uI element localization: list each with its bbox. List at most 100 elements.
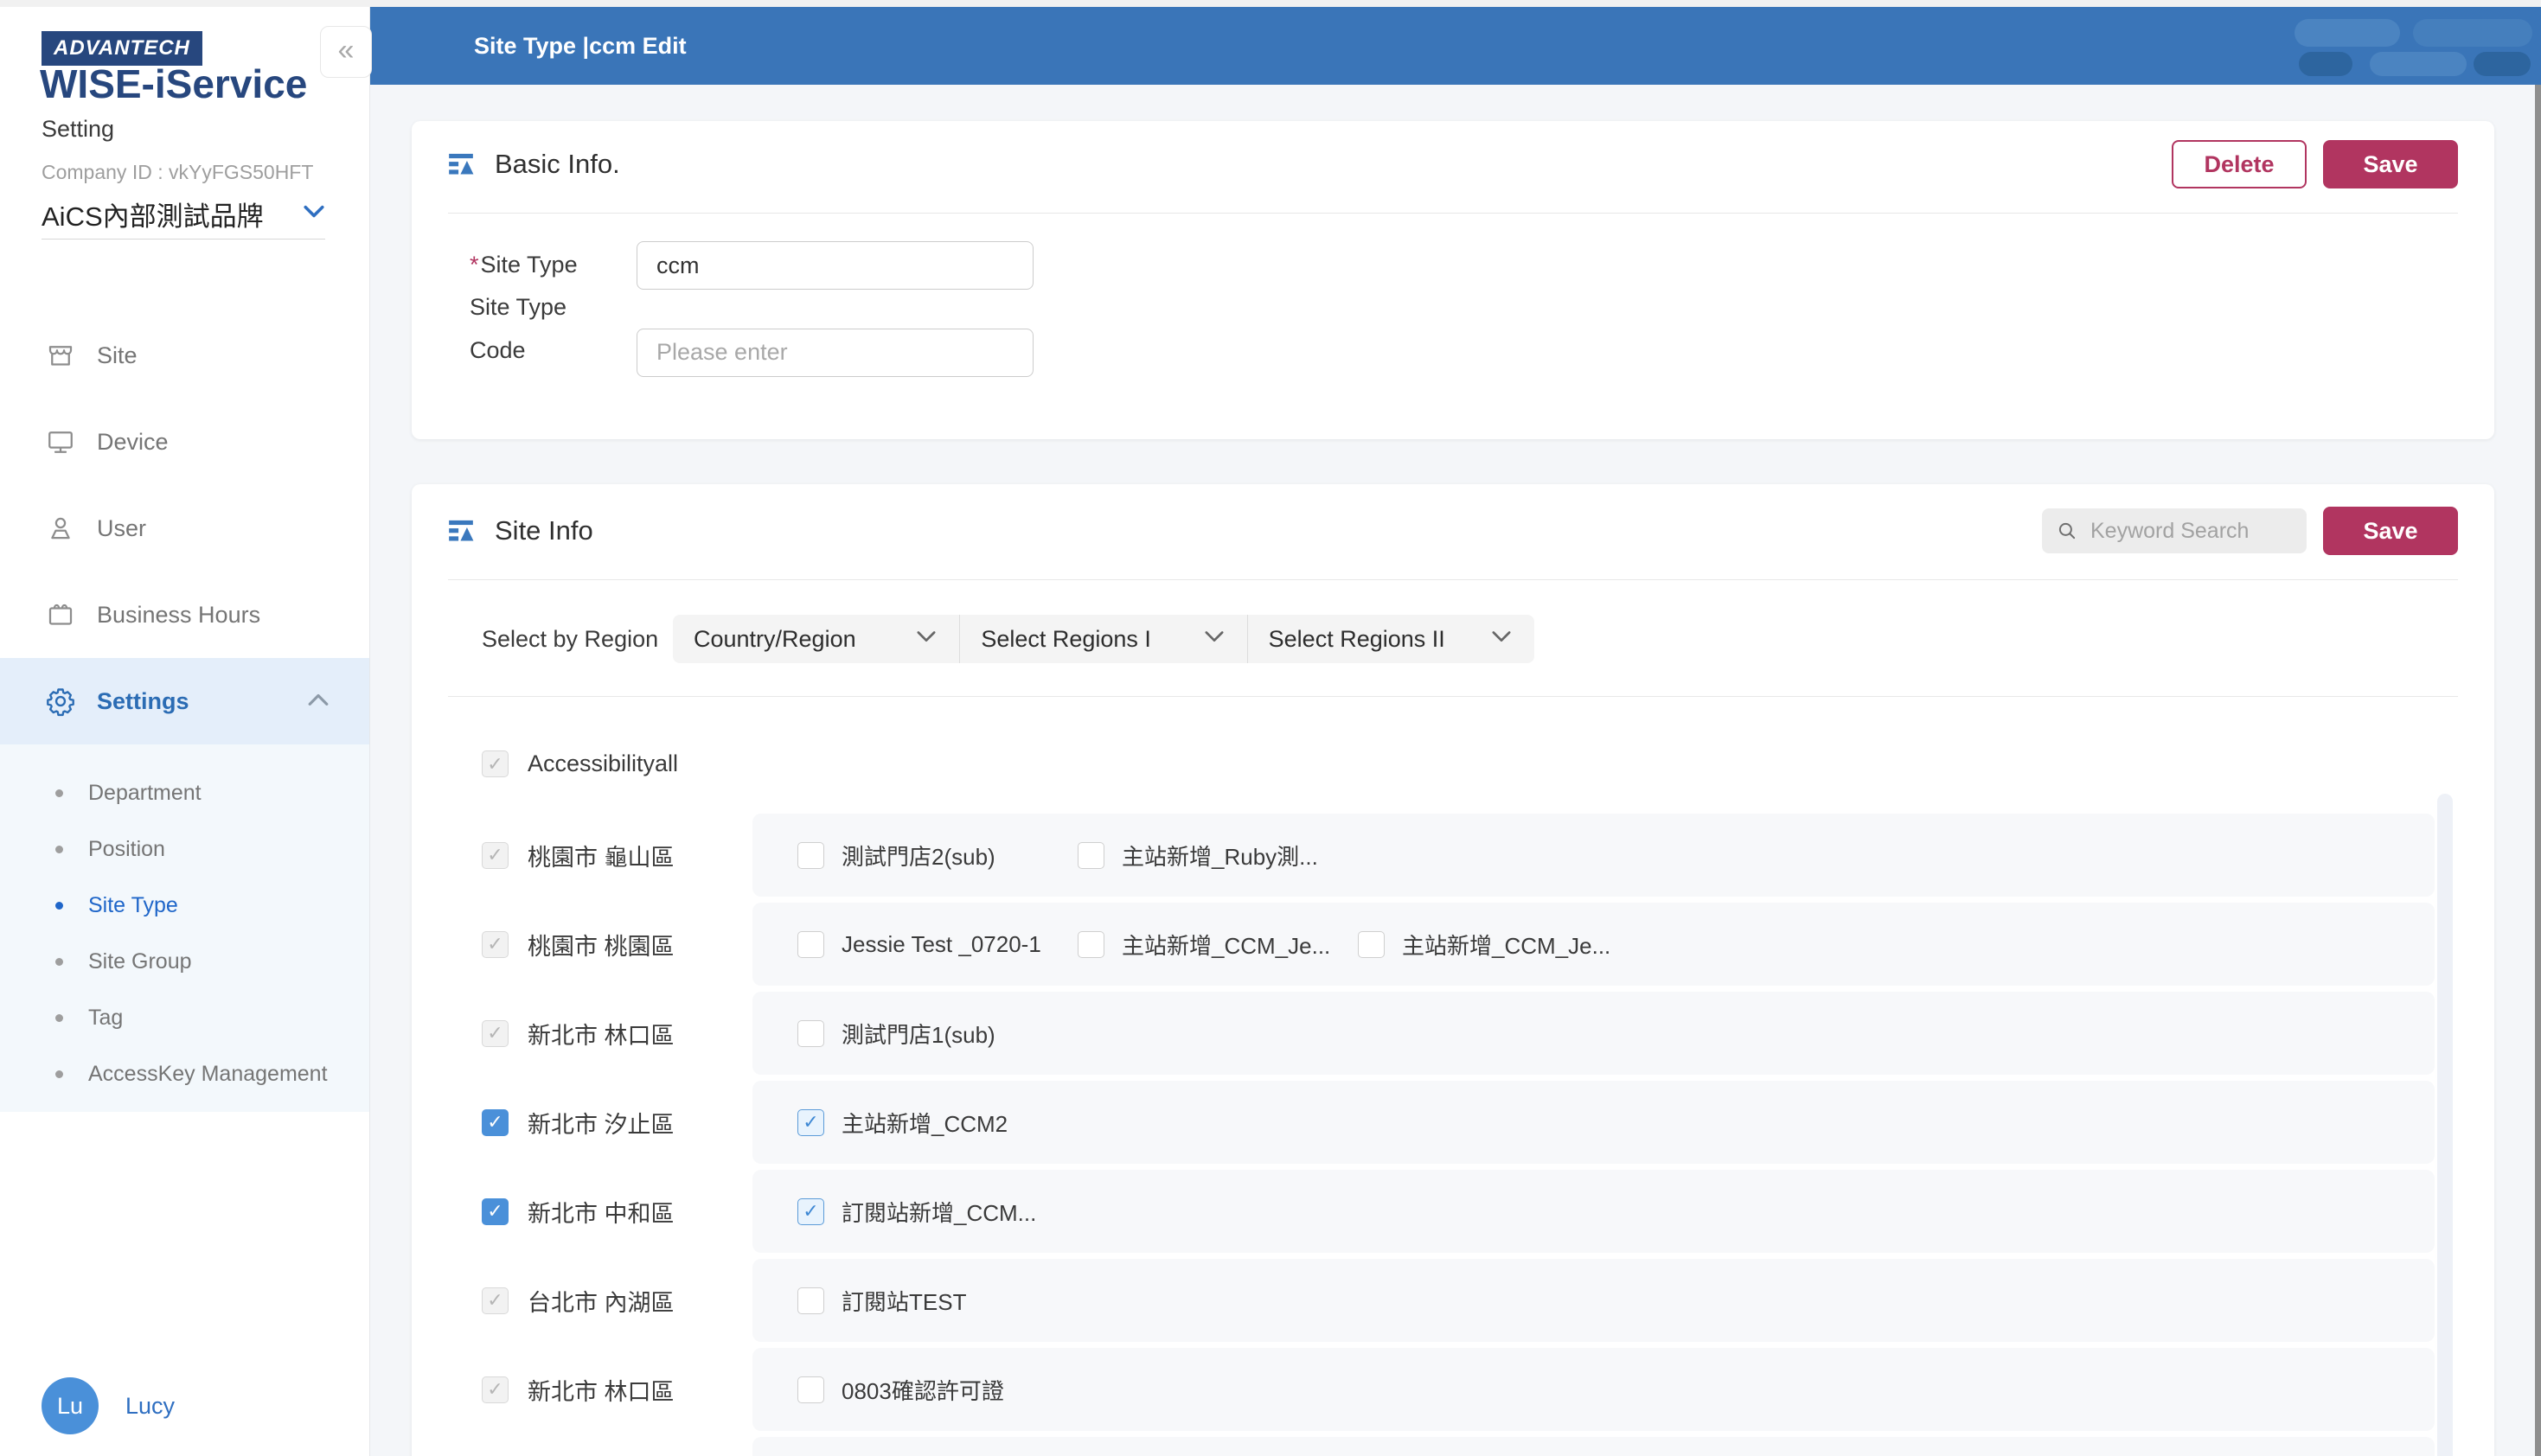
- region-row: ✓ 新北市 中和區 ✓ 訂閱站新增_CCM...: [448, 1170, 2458, 1253]
- region-label: 新北市 林口區: [528, 1017, 675, 1050]
- keyword-search-input[interactable]: [2089, 518, 2291, 545]
- page-scrollbar[interactable]: [2535, 85, 2541, 1456]
- site-label: 主站新增_CCM_Je...: [1402, 929, 1610, 961]
- region-cell: ✓新北市 汐止區: [448, 1106, 752, 1140]
- sidebar-item-settings[interactable]: Settings: [0, 658, 369, 744]
- region-label: 台北市 內湖區: [528, 1284, 675, 1318]
- site-cell: 主站新增_Ruby測...: [1078, 840, 1358, 872]
- region-label: 新北市 中和區: [528, 1195, 675, 1229]
- region-checkbox[interactable]: ✓: [482, 1376, 509, 1403]
- list-scrollbar-track[interactable]: [2437, 794, 2453, 1456]
- region-label: 新北市 林口區: [528, 1373, 675, 1407]
- region-row: ✓桃園市 龜山區測試門店2(sub)主站新增_Ruby測...: [448, 814, 2458, 897]
- redacted-user-info: [2370, 52, 2467, 76]
- site-label: 訂閱站新增_CCM...: [842, 1196, 1036, 1228]
- dropdown-value: Country/Region: [694, 626, 916, 653]
- site-checkbox[interactable]: [797, 1020, 824, 1047]
- main-area: Site Type |ccm Edit Basic Info.: [370, 7, 2541, 1456]
- sidebar-item-label: Business Hours: [97, 602, 260, 629]
- submenu-item-department[interactable]: Department: [0, 765, 369, 821]
- region-checkbox[interactable]: ✓: [482, 1020, 509, 1047]
- site-checkbox[interactable]: [797, 1376, 824, 1403]
- submenu-item-position[interactable]: Position: [0, 821, 369, 878]
- accessibility-row: ✓ Accessibilityall: [448, 750, 2458, 777]
- region-cell: ✓ 新北市 林口區: [448, 1017, 752, 1050]
- basic-info-title: Basic Info.: [495, 149, 620, 180]
- sites-panel: 測試門店2(sub) 主站新增_Ruby測...: [752, 814, 2435, 897]
- submenu-item-site-type[interactable]: Site Type: [0, 878, 369, 934]
- sidebar-item-site[interactable]: Site: [0, 312, 369, 399]
- sidebar-item-label: Site: [97, 342, 138, 369]
- bullet-icon: [55, 958, 63, 966]
- submenu-item-label: Department: [88, 781, 202, 806]
- save-button-site-info[interactable]: Save: [2323, 507, 2458, 555]
- accessibility-label: Accessibilityall: [528, 750, 678, 777]
- site-checkbox[interactable]: [797, 931, 824, 958]
- region-checkbox[interactable]: ✓: [482, 1198, 509, 1225]
- sidebar-item-business-hours[interactable]: Business Hours: [0, 572, 369, 658]
- submenu-item-accesskey-management[interactable]: AccessKey Management: [0, 1046, 369, 1102]
- site-checkbox[interactable]: ✓: [797, 1109, 824, 1136]
- sidebar-item-user[interactable]: User: [0, 485, 369, 572]
- region-checkbox[interactable]: ✓: [482, 1109, 509, 1136]
- site-cell: 訂閱站TEST: [797, 1285, 1078, 1317]
- bullet-icon: [55, 1014, 63, 1022]
- dropdown-regions-2[interactable]: Select Regions II: [1247, 615, 1534, 663]
- chevron-down-icon: [303, 205, 325, 223]
- region-checkbox[interactable]: ✓: [482, 1287, 509, 1314]
- delete-button[interactable]: Delete: [2172, 140, 2307, 188]
- site-checkbox[interactable]: ✓: [797, 1198, 824, 1225]
- region-row: ✓新北市 汐止區✓主站新增_CCM2: [448, 1081, 2458, 1164]
- bullet-icon: [55, 1070, 63, 1078]
- section-icon: [448, 151, 474, 177]
- app-name: WISE-iService: [40, 61, 307, 107]
- sites-panel: 測試門店1(sub): [752, 992, 2435, 1075]
- submenu-item-label: Site Group: [88, 949, 192, 974]
- chevron-down-icon: [916, 630, 937, 648]
- site-checkbox[interactable]: [797, 1287, 824, 1314]
- app-subtitle: Setting: [42, 116, 114, 143]
- company-id: Company ID : vkYyFGS50HFT: [42, 161, 313, 184]
- divider: [448, 213, 2458, 214]
- site-checkbox[interactable]: [1358, 931, 1385, 958]
- site-checkbox[interactable]: [1078, 931, 1104, 958]
- region-label: 桃園市 桃園區: [528, 928, 675, 961]
- select-by-region-label: Select by Region: [482, 626, 673, 653]
- dropdown-value: Select Regions II: [1269, 626, 1491, 653]
- site-cell: 主站新增_CCM_Je...: [1358, 929, 1638, 961]
- sidebar-collapse-button[interactable]: «: [320, 26, 372, 78]
- submenu-item-label: Tag: [88, 1006, 123, 1031]
- save-button-basic[interactable]: Save: [2323, 140, 2458, 188]
- region-checkbox[interactable]: ✓: [482, 842, 509, 869]
- brand-selector[interactable]: AiCS內部測試品牌: [42, 188, 325, 239]
- submenu-item-tag[interactable]: Tag: [0, 990, 369, 1046]
- accessibility-checkbox[interactable]: ✓: [482, 750, 509, 777]
- sidebar-item-device[interactable]: Device: [0, 399, 369, 485]
- site-type-code-input[interactable]: [637, 329, 1034, 377]
- chevron-down-icon: [1204, 630, 1225, 648]
- region-dropdown-group: Country/Region Select Regions I Select Reg…: [673, 615, 1534, 663]
- site-label: 測試門店1(sub): [842, 1018, 995, 1050]
- region-row: ✓ 台北市 內湖區 訂閱站TEST: [448, 1259, 2458, 1342]
- site-checkbox[interactable]: [797, 842, 824, 869]
- site-checkbox[interactable]: [1078, 842, 1104, 869]
- site-cell: 主站新增_CCM_Je...: [1078, 929, 1358, 961]
- sidebar-item-label: Device: [97, 429, 169, 456]
- dropdown-country-region[interactable]: Country/Region: [673, 615, 959, 663]
- user-profile[interactable]: Lu Lucy: [42, 1377, 175, 1434]
- site-type-input[interactable]: [637, 241, 1034, 290]
- sidebar-item-label: User: [97, 515, 146, 542]
- region-row: ✓ 新北市 林口區 測試門店1(sub): [448, 992, 2458, 1075]
- submenu-item-site-group[interactable]: Site Group: [0, 934, 369, 990]
- region-checkbox[interactable]: ✓: [482, 931, 509, 958]
- monitor-icon: [45, 426, 76, 457]
- site-type-code-label: Site Type Code: [470, 286, 637, 373]
- region-cell: ✓ 新北市 林口區: [448, 1373, 752, 1407]
- sites-panel: ✓主站新增_CCM2: [752, 1081, 2435, 1164]
- avatar: Lu: [42, 1377, 99, 1434]
- dropdown-regions-1[interactable]: Select Regions I: [959, 615, 1246, 663]
- site-label: 測試門店2(sub): [842, 840, 995, 872]
- top-strip: [0, 0, 2541, 7]
- redacted-user-info: [2299, 52, 2352, 76]
- submenu-item-label: Position: [88, 837, 165, 862]
